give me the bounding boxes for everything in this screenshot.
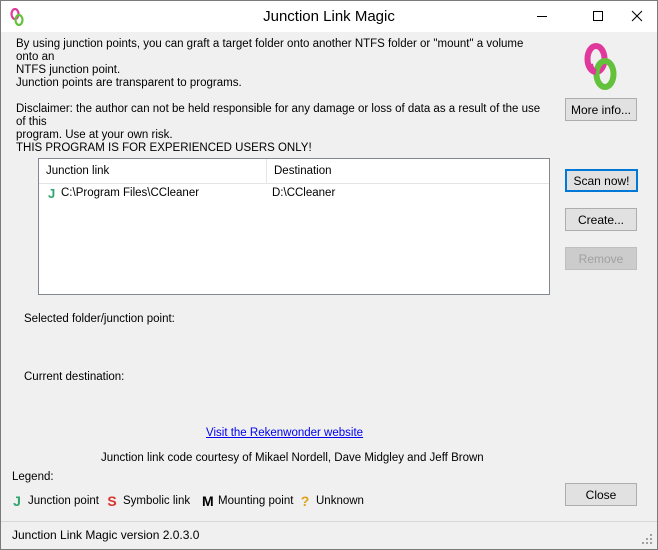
symbolic-link-icon: S xyxy=(107,493,117,509)
status-bar: Junction Link Magic version 2.0.3.0 xyxy=(1,521,657,549)
close-button[interactable]: Close xyxy=(565,483,637,506)
destination-cell: D:\CCleaner xyxy=(272,187,336,199)
remove-button[interactable]: Remove xyxy=(565,247,637,270)
legend-unknown: ? Unknown xyxy=(300,492,364,510)
intro-line: Junction points are transparent to progr… xyxy=(16,77,242,89)
junction-list[interactable]: Junction link Destination J C:\Program F… xyxy=(38,158,550,295)
dialog-content: By using junction points, you can graft … xyxy=(1,32,657,549)
legend-symbolic-link: S Symbolic link xyxy=(107,492,190,510)
minimize-button[interactable] xyxy=(519,1,565,31)
main-window: Junction Link Magic By using junction po… xyxy=(0,0,658,550)
maximize-icon xyxy=(593,11,603,21)
credits-text: Junction link code courtesy of Mikael No… xyxy=(101,452,484,464)
junction-point-icon: J xyxy=(48,186,56,201)
unknown-icon: ? xyxy=(300,493,310,509)
close-window-button[interactable] xyxy=(614,1,657,31)
legend-label: Junction point xyxy=(28,495,99,507)
resize-grip-icon[interactable] xyxy=(641,533,653,545)
legend-title: Legend: xyxy=(12,471,54,483)
intro-text: By using junction points, you can graft … xyxy=(16,38,546,155)
list-item[interactable]: J C:\Program Files\CCleaner D:\CCleaner xyxy=(39,185,549,202)
disclaimer-line: program. Use at your own risk. xyxy=(16,129,173,141)
list-header: Junction link Destination xyxy=(39,159,549,184)
legend-junction-point: J Junction point xyxy=(12,492,99,510)
intro-line: NTFS junction point. xyxy=(16,64,121,76)
column-header-junction-link[interactable]: Junction link xyxy=(39,159,267,183)
close-icon xyxy=(631,10,643,22)
minimize-icon xyxy=(537,16,547,17)
scan-now-button[interactable]: Scan now! xyxy=(565,169,638,192)
mounting-point-icon: M xyxy=(202,493,214,509)
legend-label: Unknown xyxy=(316,495,364,507)
legend-label: Mounting point xyxy=(218,495,294,507)
current-destination-label: Current destination: xyxy=(24,371,125,383)
website-link[interactable]: Visit the Rekenwonder website xyxy=(206,427,363,439)
more-info-button[interactable]: More info... xyxy=(565,98,637,121)
legend-mounting-point: M Mounting point xyxy=(202,492,293,510)
intro-line: By using junction points, you can graft … xyxy=(16,38,524,63)
warning-line: THIS PROGRAM IS FOR EXPERIENCED USERS ON… xyxy=(16,142,312,154)
junction-point-icon: J xyxy=(13,493,21,509)
title-bar[interactable]: Junction Link Magic xyxy=(1,1,657,32)
junction-link-cell: C:\Program Files\CCleaner xyxy=(61,187,200,199)
selected-folder-label: Selected folder/junction point: xyxy=(24,313,175,325)
legend-label: Symbolic link xyxy=(123,495,191,507)
create-button[interactable]: Create... xyxy=(565,208,637,231)
disclaimer-line: Disclaimer: the author can not be held r… xyxy=(16,103,541,128)
column-header-destination[interactable]: Destination xyxy=(267,159,549,183)
version-text: Junction Link Magic version 2.0.3.0 xyxy=(12,528,200,542)
chain-logo-icon xyxy=(584,43,617,90)
